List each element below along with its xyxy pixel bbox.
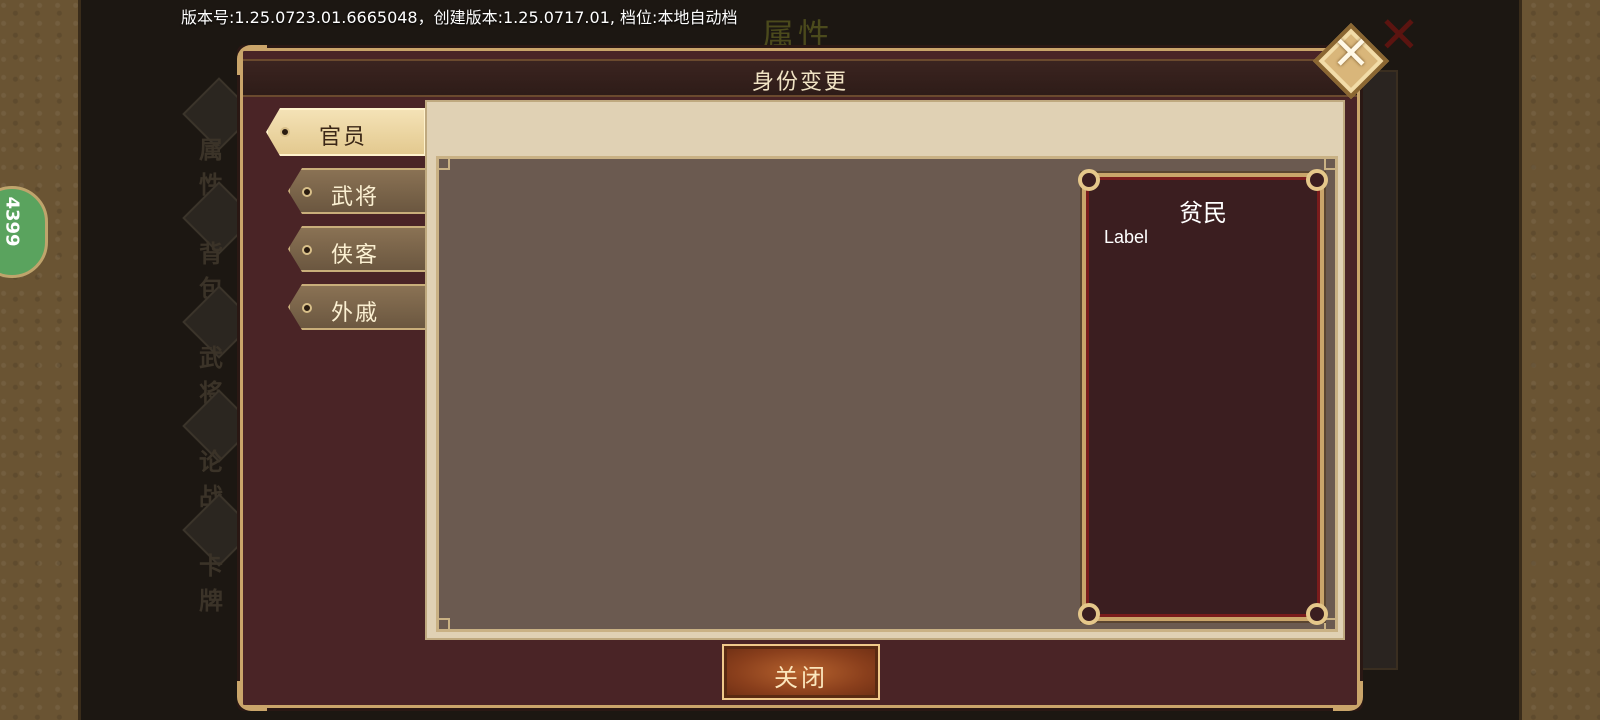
tab-consort-kin[interactable]: 外戚 (288, 284, 428, 330)
corner-ornament (237, 45, 267, 75)
corner-ornament (1324, 156, 1338, 170)
corner-ornament (436, 156, 450, 170)
platform-badge-label: 4399 (1, 196, 23, 247)
tab-official[interactable]: 官员 (266, 108, 426, 156)
close-button-label: 关闭 (774, 664, 828, 692)
corner-ornament (1333, 681, 1363, 711)
card-corner-ornament (1306, 169, 1328, 191)
version-info: 版本号:1.25.0723.01.6665048，创建版本:1.25.0717.… (181, 8, 738, 27)
card-corner-ornament (1306, 603, 1328, 625)
tab-general[interactable]: 武将 (288, 168, 428, 214)
corner-ornament (436, 618, 450, 632)
tab-knight[interactable]: 侠客 (288, 226, 428, 272)
card-corner-ornament (1078, 169, 1100, 191)
identity-card[interactable]: 贫民 Label (1078, 169, 1328, 625)
identity-card-label: Label (1104, 227, 1149, 247)
dialog-close-button[interactable]: ✕ (1312, 22, 1390, 100)
tab-label: 官员 (318, 125, 367, 150)
card-corner-ornament (1078, 603, 1100, 625)
close-button[interactable]: 关闭 (722, 644, 880, 700)
tab-label: 武将 (330, 185, 379, 210)
tab-label: 侠客 (330, 243, 379, 268)
tab-label: 外戚 (330, 301, 379, 326)
identity-card-title: 贫民 (1179, 199, 1227, 227)
corner-ornament (237, 681, 267, 711)
close-icon: ✕ (1331, 26, 1371, 80)
dialog-title: 身份变更 (751, 70, 848, 95)
